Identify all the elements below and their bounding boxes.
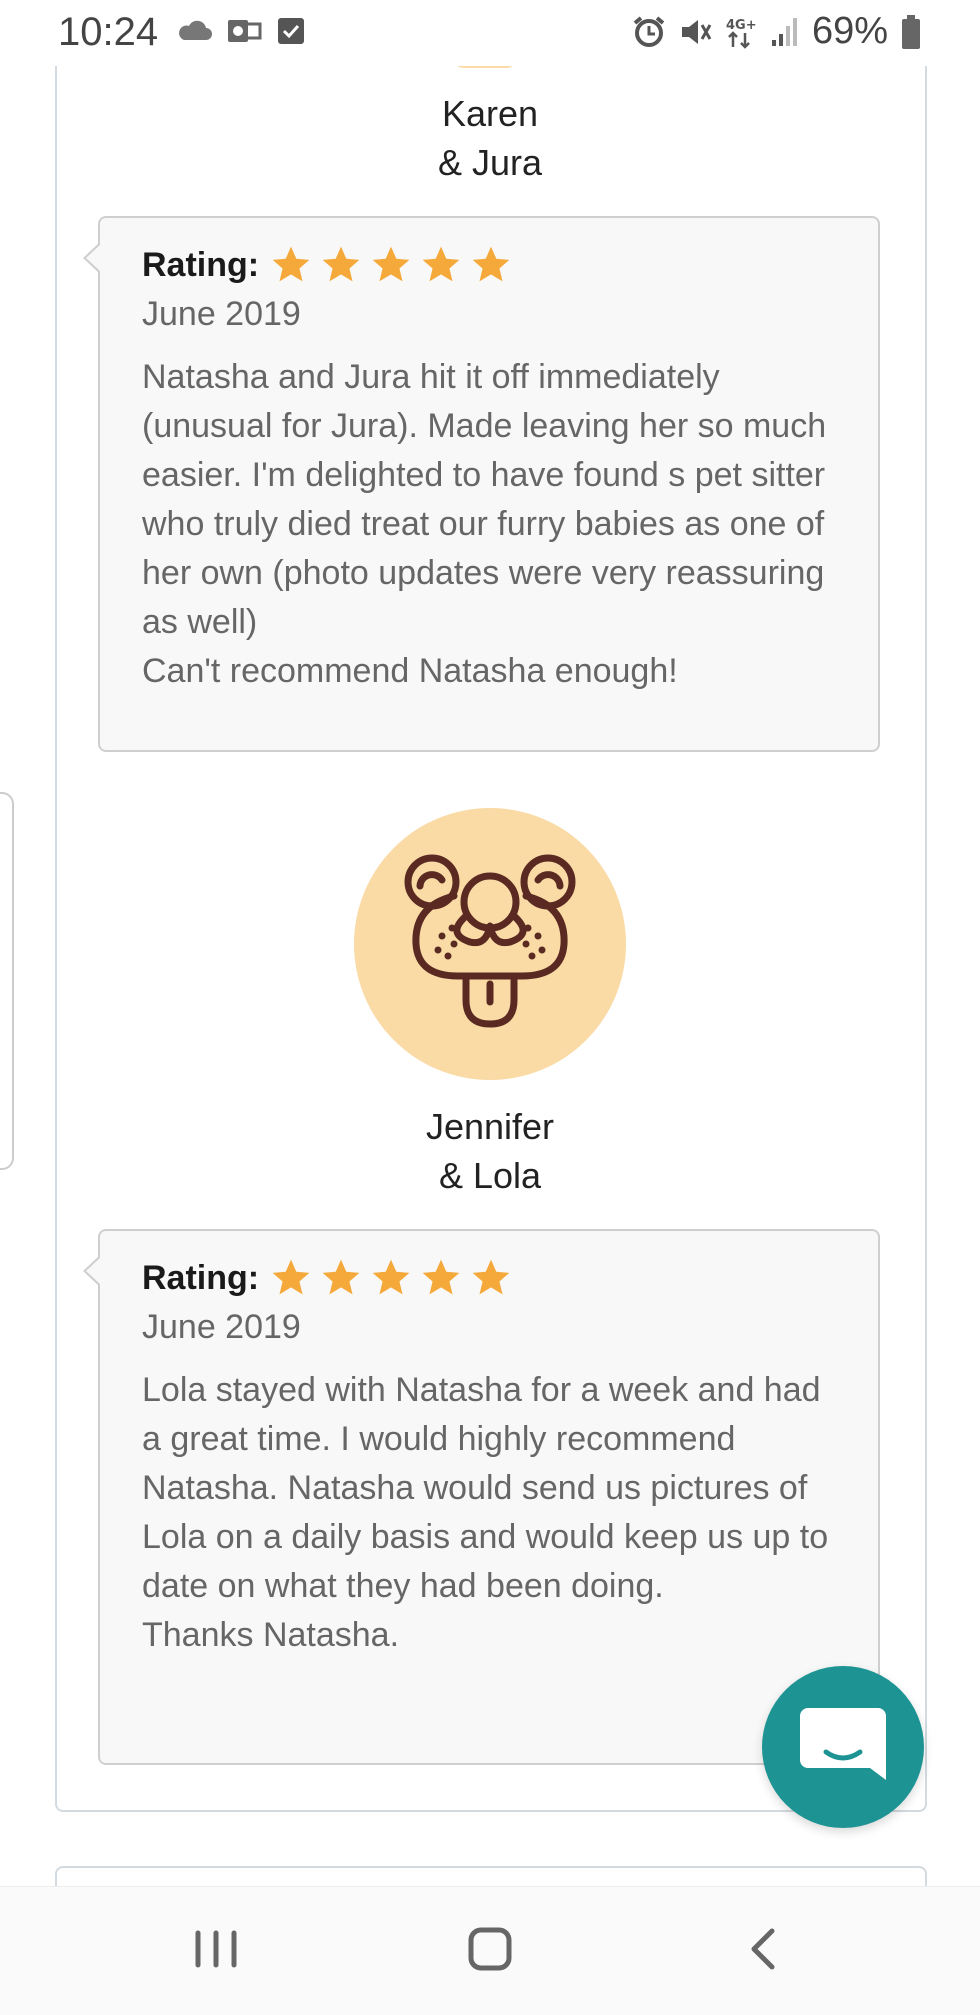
- rating-label: Rating:: [142, 245, 260, 284]
- star-icon: [272, 1259, 310, 1295]
- back-button[interactable]: [724, 1915, 804, 1985]
- review-box: Rating: June 2019 Natasha and Jura hit i…: [83, 216, 880, 752]
- mute-icon: [681, 19, 712, 44]
- review-date: June 2019: [142, 1308, 301, 1346]
- recent-apps-button[interactable]: [176, 1915, 256, 1985]
- status-bar: 10:24 4G+ 69%: [0, 0, 980, 66]
- recent-apps-icon: [195, 1930, 237, 1968]
- chat-button[interactable]: [762, 1666, 924, 1828]
- star-icon: [472, 246, 510, 282]
- star-icon: [372, 1259, 410, 1295]
- star-icon: [422, 246, 460, 282]
- outlook-icon: [228, 20, 262, 42]
- cloud-icon: [179, 20, 212, 40]
- rating-row: Rating:: [142, 1253, 838, 1303]
- avatar-dog-icon: [354, 808, 626, 1080]
- battery-icon: [902, 14, 920, 49]
- svg-text:4G+: 4G+: [726, 18, 757, 33]
- rating-label: Rating:: [142, 1258, 260, 1297]
- reviewer-pet: & Jura: [437, 142, 543, 183]
- alarm-icon: [633, 15, 665, 47]
- 4g-data-icon: 4G+: [726, 18, 757, 49]
- status-time: 10:24: [58, 10, 159, 54]
- rating-row: Rating:: [142, 240, 838, 290]
- reviewer-name: Karen: [441, 93, 539, 134]
- dog-face-icon: [404, 854, 576, 1028]
- reviewer-name: Jennifer: [425, 1106, 555, 1147]
- checkbox-icon: [278, 18, 304, 44]
- review-text: Natasha and Jura hit it off immediately …: [142, 358, 827, 690]
- star-icon: [422, 1259, 460, 1295]
- navigation-bar: [0, 1886, 980, 2015]
- home-icon: [468, 1927, 512, 1971]
- chat-bubble-icon: [800, 1708, 886, 1780]
- home-button[interactable]: [450, 1915, 530, 1985]
- star-icon: [322, 1259, 360, 1295]
- back-icon: [751, 1928, 775, 1970]
- star-icon: [472, 1259, 510, 1295]
- battery-percent: 69%: [811, 10, 888, 52]
- star-icon: [272, 246, 310, 282]
- star-icon: [322, 246, 360, 282]
- review-date: June 2019: [142, 295, 301, 333]
- signal-icon: [771, 17, 797, 46]
- review-text: Lola stayed with Natasha for a week and …: [142, 1371, 829, 1654]
- reviewer-pet: & Lola: [438, 1155, 542, 1196]
- star-icon: [372, 246, 410, 282]
